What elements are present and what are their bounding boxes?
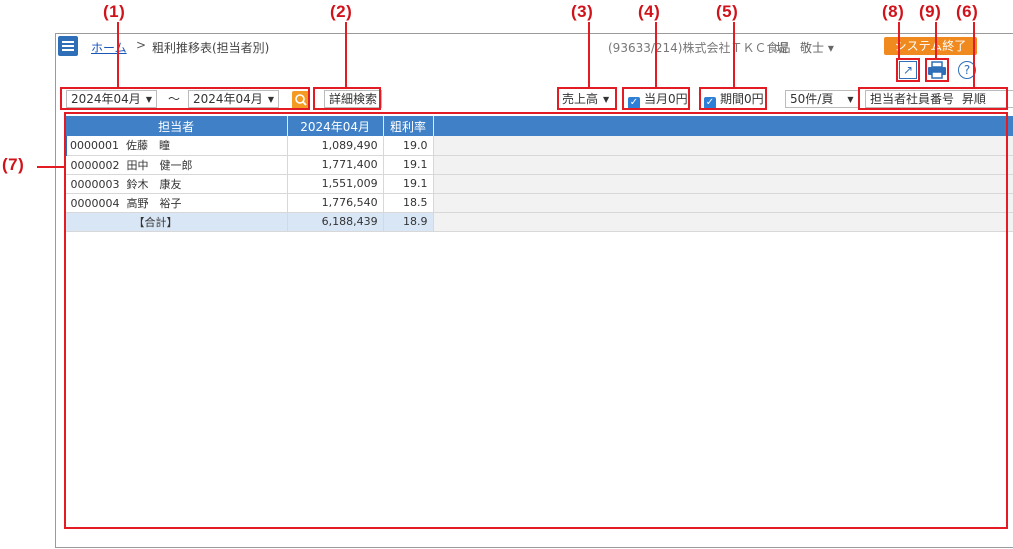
page-size-value: 50件/頁	[790, 92, 834, 106]
annotation-leader-8	[898, 22, 900, 59]
annotation-leader-4	[655, 22, 657, 88]
annotation-8: (8)	[882, 2, 905, 21]
annotation-6: (6)	[956, 2, 979, 21]
annotation-box-2	[313, 87, 381, 110]
annotation-leader-3	[588, 22, 590, 88]
annotation-4: (4)	[638, 2, 661, 21]
hamburger-menu-icon[interactable]	[58, 36, 78, 56]
annotation-leader-1	[117, 22, 119, 88]
annotation-1: (1)	[103, 2, 126, 21]
annotation-3: (3)	[571, 2, 594, 21]
top-bar: ホーム > 粗利推移表(担当者別) (93633/214)株式会社ＴＫＣ食品 堤…	[56, 34, 1013, 58]
page-title: 粗利推移表(担当者別)	[152, 41, 270, 55]
annotation-leader-6	[973, 22, 975, 88]
annotation-2: (2)	[330, 2, 353, 21]
annotation-box-3	[557, 87, 617, 110]
user-menu[interactable]: 堤 敬士 ▾	[776, 39, 834, 56]
breadcrumb-separator: >	[136, 38, 147, 52]
annotation-box-9	[925, 58, 949, 82]
chevron-down-icon: ▼	[847, 94, 854, 104]
breadcrumb-home-link[interactable]: ホーム	[91, 39, 127, 56]
company-name: (93633/214)株式会社ＴＫＣ食品	[608, 41, 791, 55]
annotation-9: (9)	[919, 2, 942, 21]
annotation-leader-9	[935, 22, 937, 59]
annotation-box-4	[622, 87, 690, 110]
annotation-box-6	[858, 87, 1008, 110]
page-size-select[interactable]: 50件/頁 ▼	[785, 90, 860, 108]
user-name: 堤 敬士	[776, 41, 825, 55]
annotation-box-5	[699, 87, 767, 110]
annotation-leader-7	[37, 166, 65, 168]
annotation-box-1	[60, 87, 310, 110]
annotation-box-7	[64, 112, 1008, 529]
annotation-leader-5	[733, 22, 735, 88]
annotation-7: (7)	[2, 155, 25, 174]
annotation-leader-2	[345, 22, 347, 88]
annotation-box-8	[896, 58, 920, 82]
annotation-5: (5)	[716, 2, 739, 21]
